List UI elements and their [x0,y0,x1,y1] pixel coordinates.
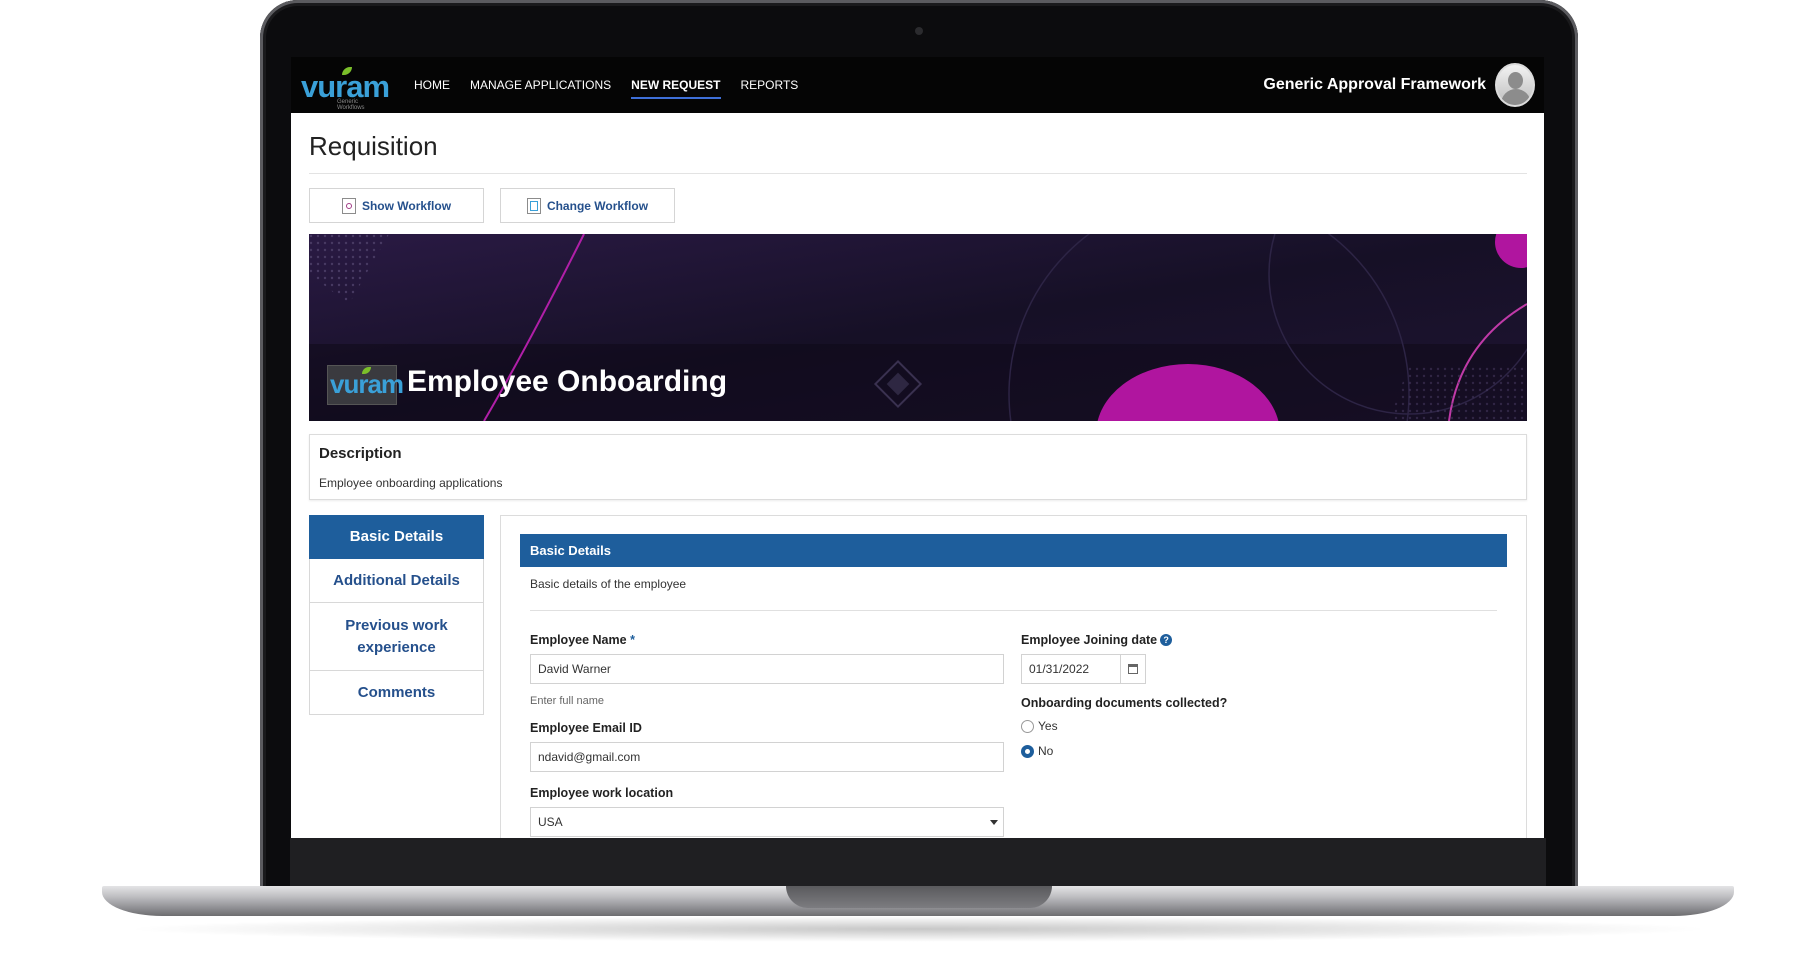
work-location-select[interactable]: USA [530,807,1004,837]
employee-name-label-text: Employee Name [530,633,627,647]
laptop-notch [786,886,1052,908]
top-navbar: vuram Generic Workflows HOME MANAGE APPL… [291,57,1544,113]
banner-title: Employee Onboarding [407,365,728,398]
section-divider [530,610,1497,611]
nav-manage-applications[interactable]: MANAGE APPLICATIONS [470,74,611,96]
title-divider [309,173,1527,174]
eye-icon [341,197,356,214]
tab-additional-details[interactable]: Additional Details [309,559,484,603]
change-workflow-label: Change Workflow [546,198,649,213]
nav-reports[interactable]: REPORTS [741,74,799,96]
caret-down-icon [990,820,998,825]
nav-new-request[interactable]: NEW REQUEST [631,74,721,99]
work-location-label: Employee work location [530,786,674,800]
calendar-button[interactable] [1120,654,1146,684]
nav-home[interactable]: HOME [414,74,450,96]
tab-basic-details[interactable]: Basic Details [309,515,484,559]
documents-collected-label: Onboarding documents collected? [1021,696,1228,710]
radio-yes-label: Yes [1038,719,1058,733]
basic-details-form: Basic Details Basic details of the emplo… [500,515,1527,838]
tab-previous-work-experience[interactable]: Previous work experience [309,603,484,671]
avatar-head [1508,72,1523,89]
radio-no-label: No [1038,744,1054,758]
tab-comments[interactable]: Comments [309,671,484,715]
radio-no[interactable]: No [1021,744,1053,758]
change-workflow-button[interactable]: Change Workflow [500,188,675,223]
show-workflow-label: Show Workflow [361,198,452,213]
section-header: Basic Details [520,534,1507,567]
radio-no-circle [1021,744,1034,758]
employee-name-hint: Enter full name [530,695,604,707]
joining-date-label-text: Employee Joining date [1021,633,1158,647]
avatar-body [1501,89,1531,105]
app-screen: vuram Generic Workflows HOME MANAGE APPL… [291,57,1544,838]
joining-date-input[interactable]: 01/31/2022 [1021,654,1121,684]
employee-email-input[interactable]: ndavid@gmail.com [530,742,1004,772]
camera-icon [915,27,923,35]
laptop-shadow [120,916,1716,942]
section-tabs: Basic Details Additional Details Previou… [309,515,484,715]
required-mark: * [630,633,635,647]
banner-logo: vuram [327,365,404,405]
main-nav: HOME MANAGE APPLICATIONS NEW REQUEST REP… [414,57,798,113]
employee-name-input[interactable]: David Warner [530,654,1004,684]
logo-subtitle: Generic Workflows [337,99,365,111]
description-label: Description [319,445,402,462]
show-workflow-button[interactable]: Show Workflow [309,188,484,223]
vuram-logo[interactable]: vuram Generic Workflows [301,65,390,111]
employee-email-label: Employee Email ID [530,721,642,735]
app-title: Generic Approval Framework [1263,76,1486,93]
banner-logo-text: vuram [330,369,404,399]
workflow-icon [526,197,541,214]
employee-name-label: Employee Name * [530,633,635,647]
user-avatar[interactable] [1495,63,1535,107]
description-card: Description Employee onboarding applicat… [309,434,1527,500]
application-banner: vuram Employee Onboarding [309,234,1527,421]
radio-yes-circle [1021,719,1034,733]
joining-date-label: Employee Joining date? [1021,633,1173,647]
help-icon[interactable]: ? [1160,634,1173,646]
page-title: Requisition [309,131,438,161]
calendar-icon [1128,664,1138,674]
work-location-value: USA [538,815,563,829]
laptop-chin [290,838,1546,888]
section-subtitle: Basic details of the employee [530,577,687,591]
radio-yes[interactable]: Yes [1021,719,1058,733]
description-text: Employee onboarding applications [319,476,503,490]
